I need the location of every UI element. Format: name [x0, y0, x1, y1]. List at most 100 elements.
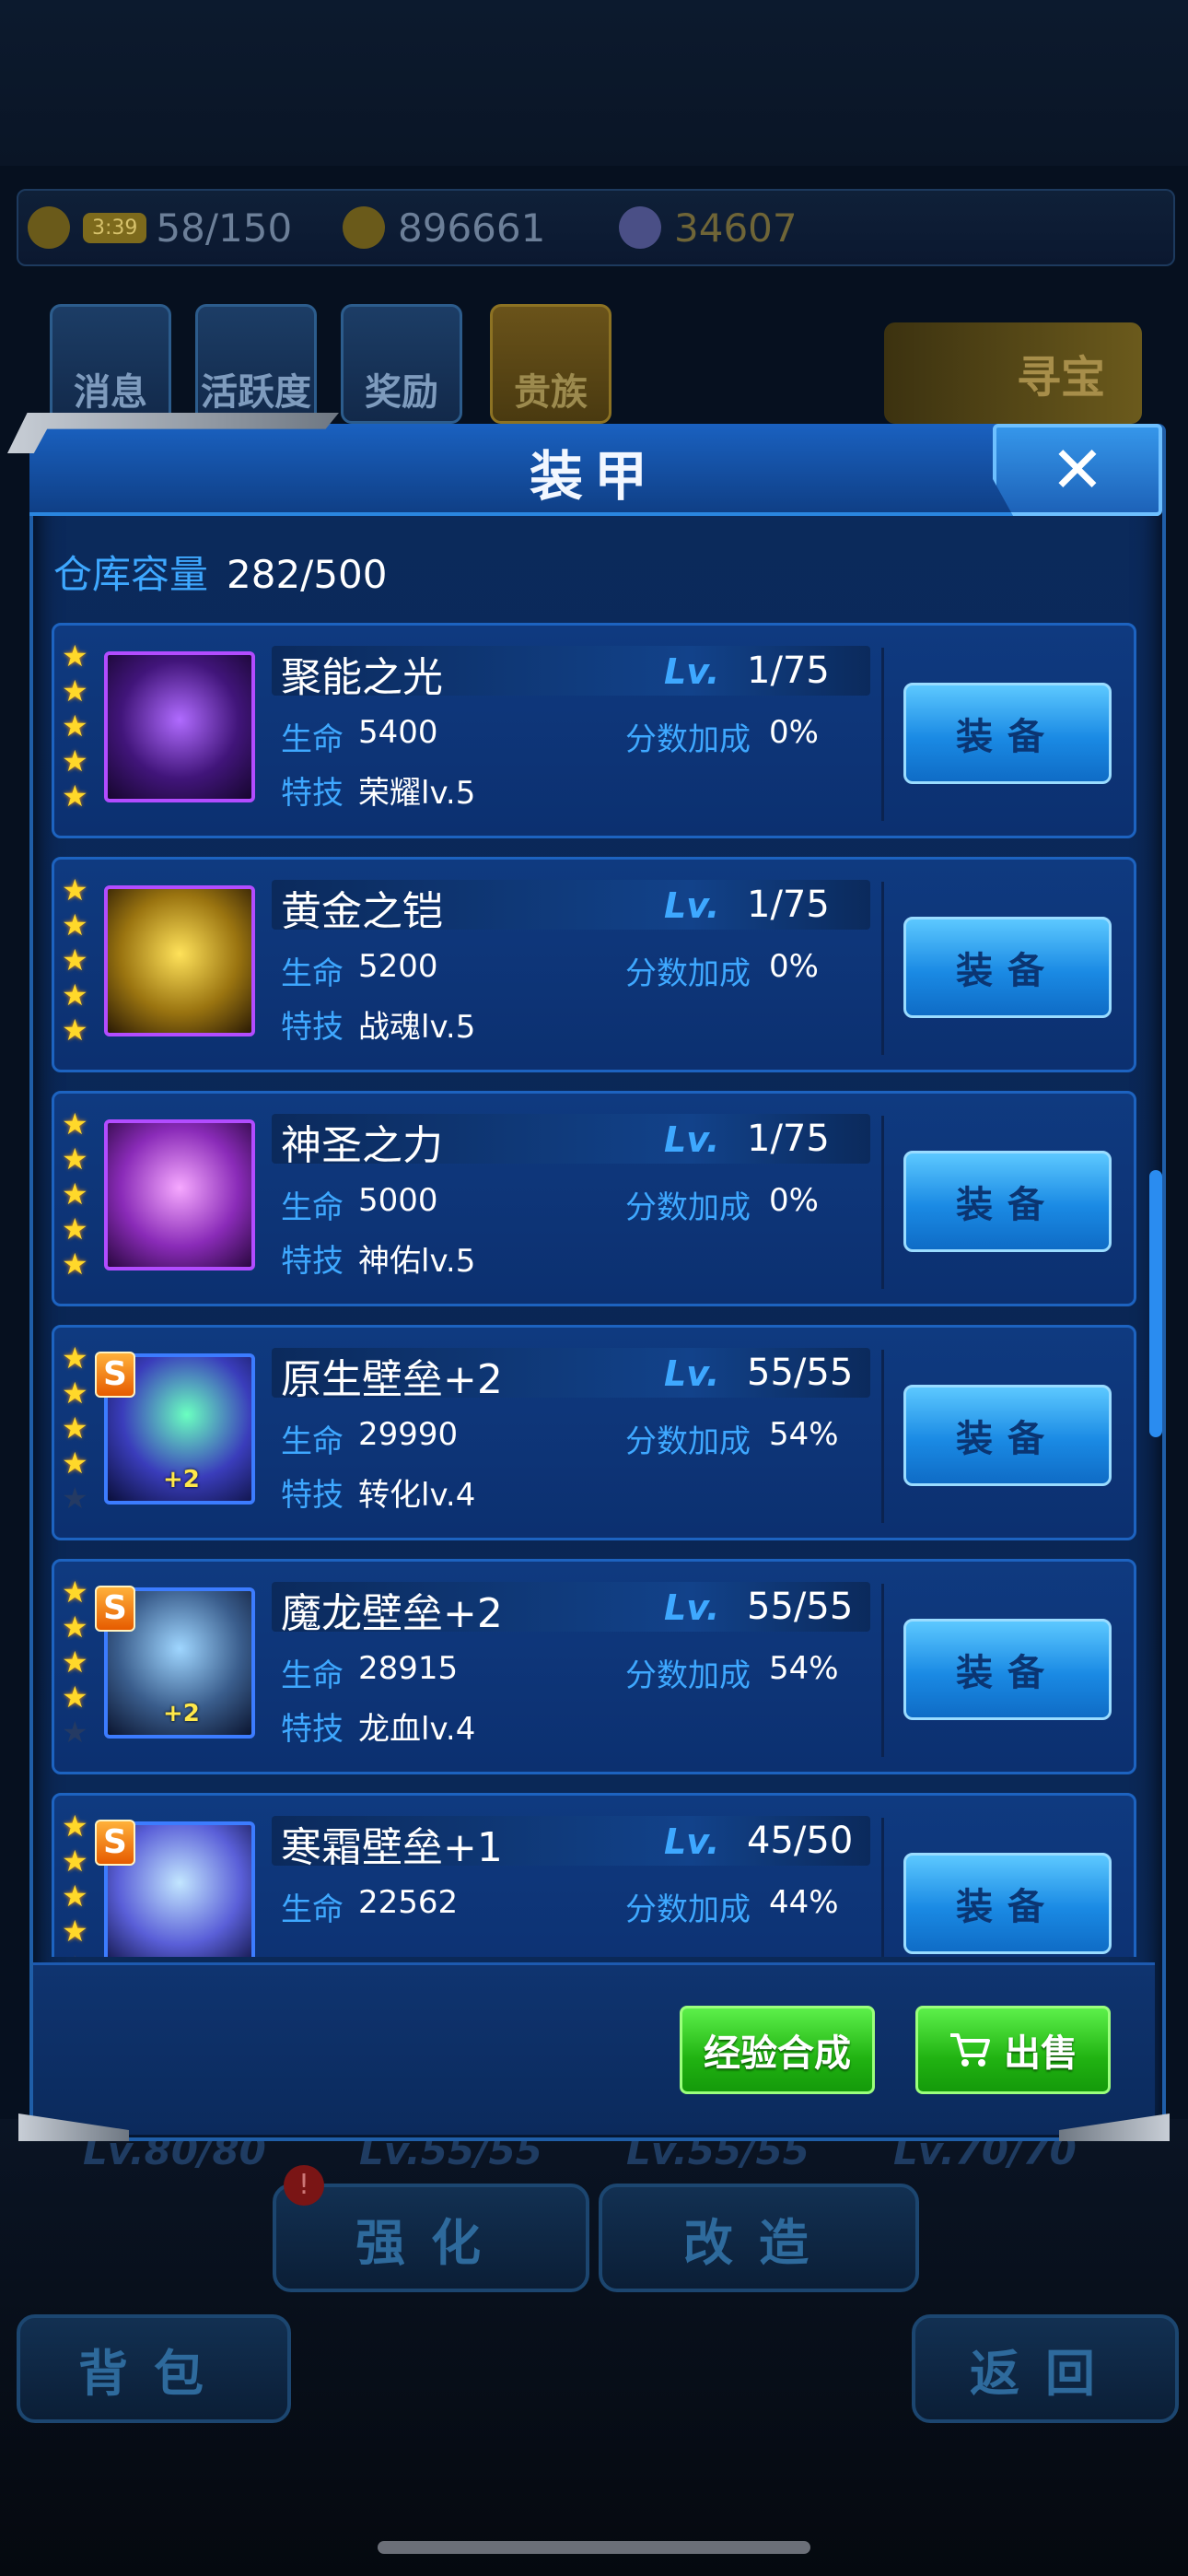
exp-merge-label: 经验合成: [704, 2032, 851, 2075]
star-rating: ★★★★★: [62, 1107, 89, 1282]
level-value: 1/75: [747, 884, 830, 926]
armor-card[interactable]: ★ ★ ★ ★ ★ 黄金之铠 Lv. 1/75 生命 5200 分数加成 0% 特技 战魂lv.5 装备: [52, 857, 1136, 1072]
gold-coin-icon[interactable]: [343, 206, 385, 249]
hp-label: 生命: [281, 1423, 344, 1460]
exp-merge-button[interactable]: 经验合成: [680, 2006, 875, 2094]
storage-capacity: 仓库容量 282/500: [53, 544, 388, 600]
diamond-display: 34607: [619, 204, 798, 252]
scrollbar[interactable]: [1149, 1170, 1162, 1437]
armor-name: 聚能之光: [281, 654, 443, 701]
sell-button[interactable]: 出售: [915, 2006, 1111, 2094]
star-icon: ★: [62, 978, 88, 1013]
star-icon: ★: [62, 1481, 88, 1516]
upgrade-button[interactable]: 强化: [273, 2184, 589, 2292]
level-value: 45/50: [747, 1820, 854, 1862]
equip-button[interactable]: 装备: [903, 1619, 1112, 1720]
vip-button[interactable]: 贵族: [490, 304, 611, 424]
close-button[interactable]: ✕: [993, 424, 1162, 516]
skill-label: 特技: [281, 1477, 344, 1514]
equip-button[interactable]: 装备: [903, 917, 1112, 1018]
level-label: Lv.: [664, 651, 720, 692]
close-icon: ✕: [1050, 432, 1105, 508]
gold-display: 896661: [343, 204, 545, 252]
rewards-button[interactable]: 奖励: [341, 304, 462, 424]
notification-badge: !: [284, 2165, 324, 2206]
bag-button[interactable]: 背包: [17, 2314, 291, 2423]
bonus-value: 44%: [769, 1884, 839, 1921]
bonus-value: 0%: [769, 1182, 819, 1219]
home-indicator[interactable]: [378, 2541, 810, 2554]
cart-icon: [950, 2033, 990, 2067]
skill-value: 神佑lv.5: [358, 1243, 476, 1280]
bonus-label: 分数加成: [625, 1423, 751, 1460]
skill-value: 龙血lv.4: [358, 1711, 476, 1748]
hp-label: 生命: [281, 721, 344, 758]
equip-button[interactable]: 装备: [903, 1385, 1112, 1486]
star-icon: ★: [62, 1680, 88, 1715]
star-rating: ★★★★★: [62, 1575, 89, 1750]
card-divider: [881, 648, 884, 821]
armor-list[interactable]: ★ ★ ★ ★ ★ 聚能之光 Lv. 1/75 生命 5400 分数加成 0% 特技 荣耀lv.5 装备 ★ ★…: [52, 623, 1138, 1957]
star-icon: ★: [62, 1142, 88, 1177]
sell-label: 出售: [1004, 2032, 1077, 2075]
star-icon: ★: [62, 1809, 88, 1844]
equip-button[interactable]: 装备: [903, 1151, 1112, 1252]
bonus-label: 分数加成: [625, 955, 751, 992]
energy-display: 3:39 58/150: [28, 204, 292, 252]
hp-value: 29990: [358, 1416, 459, 1453]
lightning-icon[interactable]: [28, 206, 70, 249]
forge-button[interactable]: 改造: [599, 2184, 919, 2292]
equip-button[interactable]: 装备: [903, 1853, 1112, 1954]
equip-button[interactable]: 装备: [903, 683, 1112, 784]
armor-name: 原生壁垒+2: [281, 1356, 503, 1403]
armor-card[interactable]: ★ ★ ★ ★ ★ 神圣之力 Lv. 1/75 生命 5000 分数加成 0% 特技 神佑lv.5 装备: [52, 1091, 1136, 1306]
star-icon: ★: [62, 1844, 88, 1879]
star-icon: ★: [62, 1013, 88, 1048]
star-icon: ★: [62, 779, 88, 814]
skill-label: 特技: [281, 775, 344, 812]
hp-label: 生命: [281, 955, 344, 992]
armor-icon[interactable]: [104, 885, 255, 1036]
hp-value: 5200: [358, 948, 438, 985]
armor-name: 黄金之铠: [281, 888, 443, 935]
hp-value: 22562: [358, 1884, 459, 1921]
armor-card[interactable]: ★ ★ ★ ★ ★ +2 S 魔龙壁垒+2 Lv. 55/55 生命 28915 分数加成 54% 特技 龙血…: [52, 1559, 1136, 1774]
diamond-icon[interactable]: [619, 206, 661, 249]
level-value: 1/75: [747, 650, 830, 692]
treasure-hunt-button[interactable]: 寻宝: [884, 322, 1142, 424]
star-icon: ★: [62, 1247, 88, 1282]
skill-label: 特技: [281, 1711, 344, 1748]
star-rating: ★★★★★: [62, 1341, 89, 1516]
star-icon: ★: [62, 943, 88, 978]
activity-button[interactable]: 活跃度: [195, 304, 317, 424]
hp-label: 生命: [281, 1189, 344, 1226]
hp-label: 生命: [281, 1657, 344, 1694]
armor-card[interactable]: ★★★★★S寒霜壁垒+1Lv.45/50生命22562分数加成44%装备: [52, 1793, 1136, 1957]
armor-icon[interactable]: [104, 651, 255, 802]
dialog-footer: 经验合成 出售: [33, 1962, 1155, 2135]
armor-icon[interactable]: [104, 1119, 255, 1270]
hp-value: 5400: [358, 714, 438, 751]
star-icon: ★: [62, 872, 88, 907]
level-value: 1/75: [747, 1118, 830, 1160]
star-rating: ★★★★★: [62, 872, 89, 1048]
energy-value: 58/150: [156, 205, 293, 251]
s-rank-badge-icon: S: [95, 1820, 135, 1866]
armor-name: 神圣之力: [281, 1122, 443, 1169]
capacity-value: 282/500: [227, 552, 388, 597]
messages-button[interactable]: 消息: [50, 304, 171, 424]
capacity-label: 仓库容量: [53, 552, 209, 597]
card-divider: [881, 882, 884, 1055]
level-label: Lv.: [664, 1587, 720, 1628]
armor-card[interactable]: ★ ★ ★ ★ ★ 聚能之光 Lv. 1/75 生命 5400 分数加成 0% 特技 荣耀lv.5 装备: [52, 623, 1136, 838]
s-rank-badge-icon: S: [95, 1586, 135, 1632]
armor-name: 寒霜壁垒+1: [281, 1824, 503, 1871]
hp-value: 28915: [358, 1650, 459, 1687]
star-icon: ★: [62, 1341, 88, 1376]
bonus-value: 54%: [769, 1416, 839, 1453]
armor-card[interactable]: ★ ★ ★ ★ ★ +2 S 原生壁垒+2 Lv. 55/55 生命 29990 分数加成 54% 特技 转化…: [52, 1325, 1136, 1540]
star-icon: ★: [62, 1446, 88, 1481]
bonus-label: 分数加成: [625, 721, 751, 758]
plus-tag: +2: [163, 1466, 200, 1493]
back-button[interactable]: 返回: [912, 2314, 1179, 2423]
